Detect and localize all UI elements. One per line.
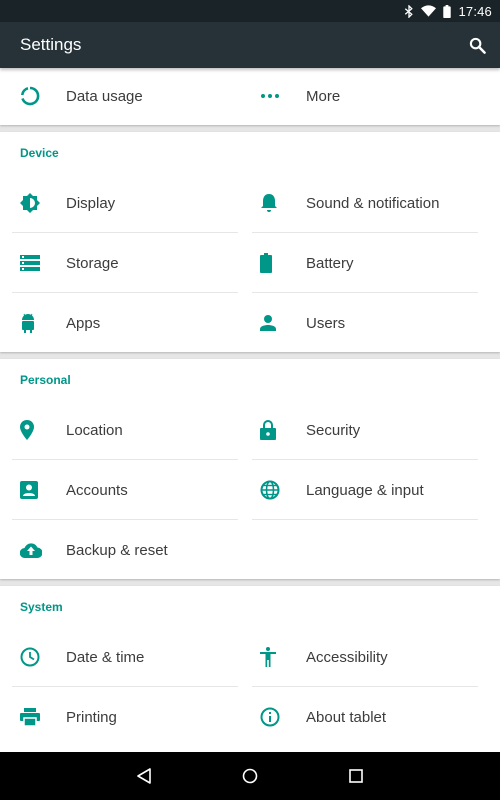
settings-item-label: More — [306, 87, 341, 105]
settings-item-label: Apps — [66, 314, 101, 332]
settings-item-label: Date & time — [66, 648, 145, 666]
battery-icon — [260, 253, 292, 273]
printer-icon — [20, 708, 52, 726]
settings-item-security[interactable]: Security — [252, 400, 478, 460]
status-bar: 17:46 — [0, 0, 500, 22]
settings-item-label: Battery — [306, 254, 354, 272]
settings-item-users[interactable]: Users — [252, 293, 478, 353]
nav-bar — [0, 752, 500, 800]
status-time: 17:46 — [458, 3, 492, 19]
cloud-upload-icon — [20, 542, 52, 558]
globe-icon — [260, 480, 292, 500]
settings-item-battery[interactable]: Battery — [252, 233, 478, 293]
account-box-icon — [20, 481, 52, 499]
info-icon — [260, 707, 292, 727]
settings-item-label: Storage — [66, 254, 119, 272]
personal-section: Personal Location Security Accounts Lang… — [0, 359, 500, 579]
system-section: System Date & time Accessibility Printin… — [0, 586, 500, 752]
settings-item-accessibility[interactable]: Accessibility — [252, 627, 478, 687]
settings-item-about[interactable]: About tablet — [252, 687, 478, 747]
settings-item-label: Backup & reset — [66, 541, 168, 559]
data-usage-icon — [20, 86, 52, 106]
clock-icon — [20, 647, 52, 667]
settings-item-printing[interactable]: Printing — [12, 687, 238, 747]
section-title-system: System — [20, 600, 63, 614]
settings-list: Data usage More Device Display Sound & n… — [0, 68, 500, 752]
lock-icon — [260, 420, 292, 440]
settings-item-label: Location — [66, 421, 123, 439]
bell-icon — [260, 193, 292, 213]
settings-item-label: Accessibility — [306, 648, 388, 666]
app-bar: Settings — [0, 22, 500, 68]
settings-item-sound[interactable]: Sound & notification — [252, 173, 478, 233]
settings-item-location[interactable]: Location — [12, 400, 238, 460]
settings-item-label: Language & input — [306, 481, 424, 499]
settings-item-label: Users — [306, 314, 346, 332]
battery-icon — [443, 4, 452, 18]
settings-item-display[interactable]: Display — [12, 173, 238, 233]
settings-item-label: Display — [66, 194, 116, 212]
settings-item-storage[interactable]: Storage — [12, 233, 238, 293]
location-pin-icon — [20, 420, 52, 440]
brightness-icon — [20, 193, 52, 213]
section-title-personal: Personal — [20, 373, 71, 387]
settings-item-language[interactable]: Language & input — [252, 460, 478, 520]
settings-item-label: Security — [306, 421, 361, 439]
section-title-device: Device — [20, 146, 59, 160]
settings-item-label: About tablet — [306, 708, 387, 726]
more-dots-icon — [260, 93, 292, 99]
wifi-icon — [421, 5, 437, 17]
settings-item-data-usage[interactable]: Data usage — [12, 68, 238, 126]
accessibility-icon — [260, 647, 292, 667]
settings-item-label: Accounts — [66, 481, 128, 499]
settings-item-label: Data usage — [66, 87, 143, 105]
person-icon — [260, 315, 292, 331]
top-card: Data usage More — [0, 68, 500, 125]
search-icon[interactable] — [454, 22, 500, 68]
settings-item-backup[interactable]: Backup & reset — [12, 520, 238, 580]
settings-item-label: Sound & notification — [306, 194, 440, 212]
settings-item-date-time[interactable]: Date & time — [12, 627, 238, 687]
bluetooth-icon — [404, 4, 414, 18]
recents-icon[interactable] — [332, 752, 380, 800]
device-section: Device Display Sound & notification Stor… — [0, 132, 500, 352]
settings-item-accounts[interactable]: Accounts — [12, 460, 238, 520]
back-icon[interactable] — [120, 752, 168, 800]
storage-icon — [20, 255, 52, 271]
page-title: Settings — [20, 35, 82, 54]
settings-item-apps[interactable]: Apps — [12, 293, 238, 353]
home-icon[interactable] — [226, 752, 274, 800]
android-icon — [20, 313, 52, 333]
settings-item-label: Printing — [66, 708, 117, 726]
settings-item-more[interactable]: More — [252, 68, 478, 126]
